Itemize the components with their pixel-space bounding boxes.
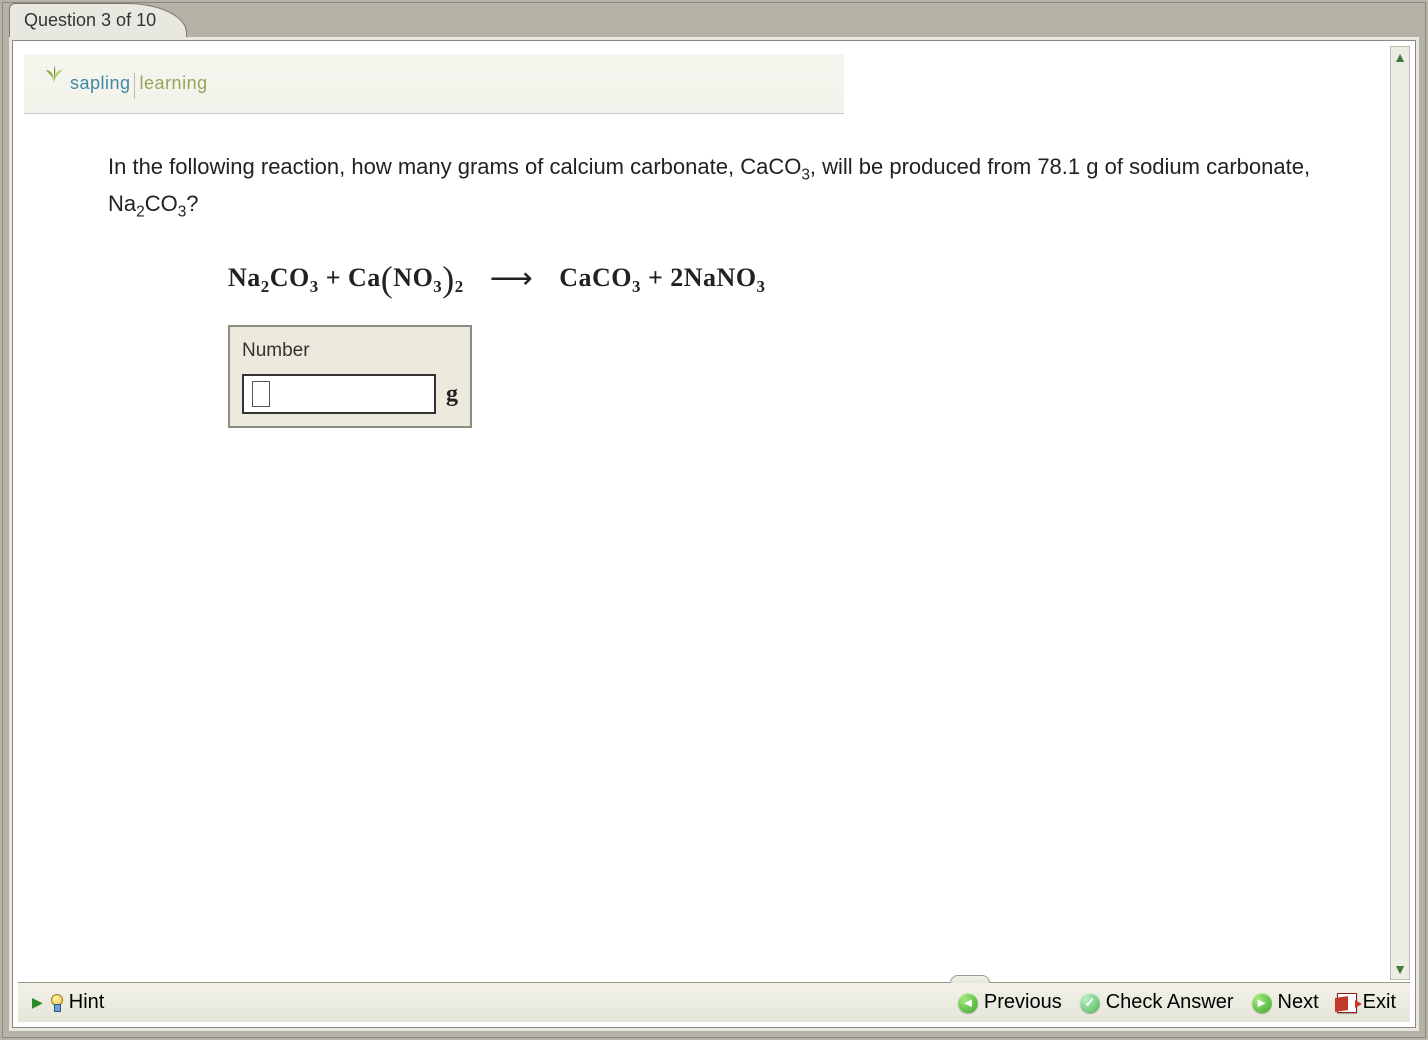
input-cursor: [252, 381, 270, 407]
eq-lparen: (: [381, 259, 394, 299]
q-text-1: In the following reaction, how many gram…: [108, 154, 801, 179]
check-label: Check Answer: [1106, 991, 1234, 1014]
answer-unit: g: [446, 376, 458, 412]
check-icon: ✓: [1080, 993, 1100, 1013]
eq-co1: CO: [270, 263, 310, 292]
arrow-icon: ⟶: [490, 256, 534, 301]
scrollbar[interactable]: ▲ ▼: [1390, 46, 1410, 980]
q-sub-1: 3: [801, 166, 810, 183]
eq-na-sub: 2: [261, 277, 270, 296]
eq-plus2: + 2NaNO: [641, 263, 757, 292]
question-tab-label: Question 3 of 10: [24, 10, 156, 30]
next-button[interactable]: ► Next: [1252, 991, 1319, 1014]
exit-label: Exit: [1363, 991, 1396, 1014]
eq-plus1: +: [319, 263, 348, 292]
content-frame: Map sapling learning In the following re…: [9, 37, 1419, 1031]
footer-bar: ▶ Hint ◄ Previous ✓ Check Answer ► Next: [18, 982, 1410, 1022]
logo-bar: sapling learning: [24, 54, 844, 114]
eq-co1-sub: 3: [310, 277, 319, 296]
question-tab[interactable]: Question 3 of 10: [9, 3, 187, 37]
scroll-up-icon[interactable]: ▲: [1391, 47, 1409, 67]
eq-caco-sub: 3: [632, 277, 641, 296]
eq-no: NO: [393, 263, 433, 292]
logo-text-learning: learning: [140, 73, 208, 94]
question-area: sapling learning In the following reacti…: [18, 46, 1388, 980]
eq-nano-sub: 3: [757, 277, 766, 296]
q-sub-2: 2: [136, 203, 145, 220]
answer-box: Number g: [228, 325, 472, 428]
question-text: In the following reaction, how many gram…: [18, 114, 1388, 428]
answer-label: Number: [242, 337, 458, 366]
logo-text-sapling: sapling: [70, 73, 131, 94]
previous-button[interactable]: ◄ Previous: [958, 991, 1062, 1014]
q-sub-3: 3: [178, 203, 187, 220]
exit-button[interactable]: Exit: [1337, 991, 1396, 1014]
q-text-4: ?: [186, 191, 198, 216]
eq-na: Na: [228, 263, 261, 292]
eq-rparen: ): [442, 259, 455, 299]
next-icon: ►: [1252, 993, 1272, 1013]
tab-bar: Question 3 of 10: [3, 3, 1425, 37]
next-label: Next: [1278, 991, 1319, 1014]
hint-label: Hint: [69, 991, 105, 1014]
eq-outer-sub: 2: [455, 277, 464, 296]
scroll-down-icon[interactable]: ▼: [1391, 959, 1409, 979]
hint-button[interactable]: ▶ Hint: [32, 991, 104, 1014]
app-frame: Question 3 of 10 Map sapling learning: [2, 2, 1426, 1038]
reaction-equation: Na2CO3 + Ca(NO3)2⟶CaCO3 + 2NaNO3: [228, 247, 1328, 301]
eq-caco: CaCO: [559, 263, 632, 292]
logo-divider: [134, 73, 135, 99]
answer-input[interactable]: [242, 374, 436, 414]
play-icon: ▶: [32, 994, 43, 1011]
previous-label: Previous: [984, 991, 1062, 1014]
bulb-icon: [49, 994, 63, 1012]
eq-no-sub: 3: [433, 277, 442, 296]
previous-icon: ◄: [958, 993, 978, 1013]
exit-icon: [1337, 993, 1357, 1013]
check-answer-button[interactable]: ✓ Check Answer: [1080, 991, 1234, 1014]
leaf-icon: [42, 64, 66, 88]
eq-ca: Ca: [348, 263, 381, 292]
q-text-3: CO: [145, 191, 178, 216]
footer-notch: [950, 975, 990, 983]
